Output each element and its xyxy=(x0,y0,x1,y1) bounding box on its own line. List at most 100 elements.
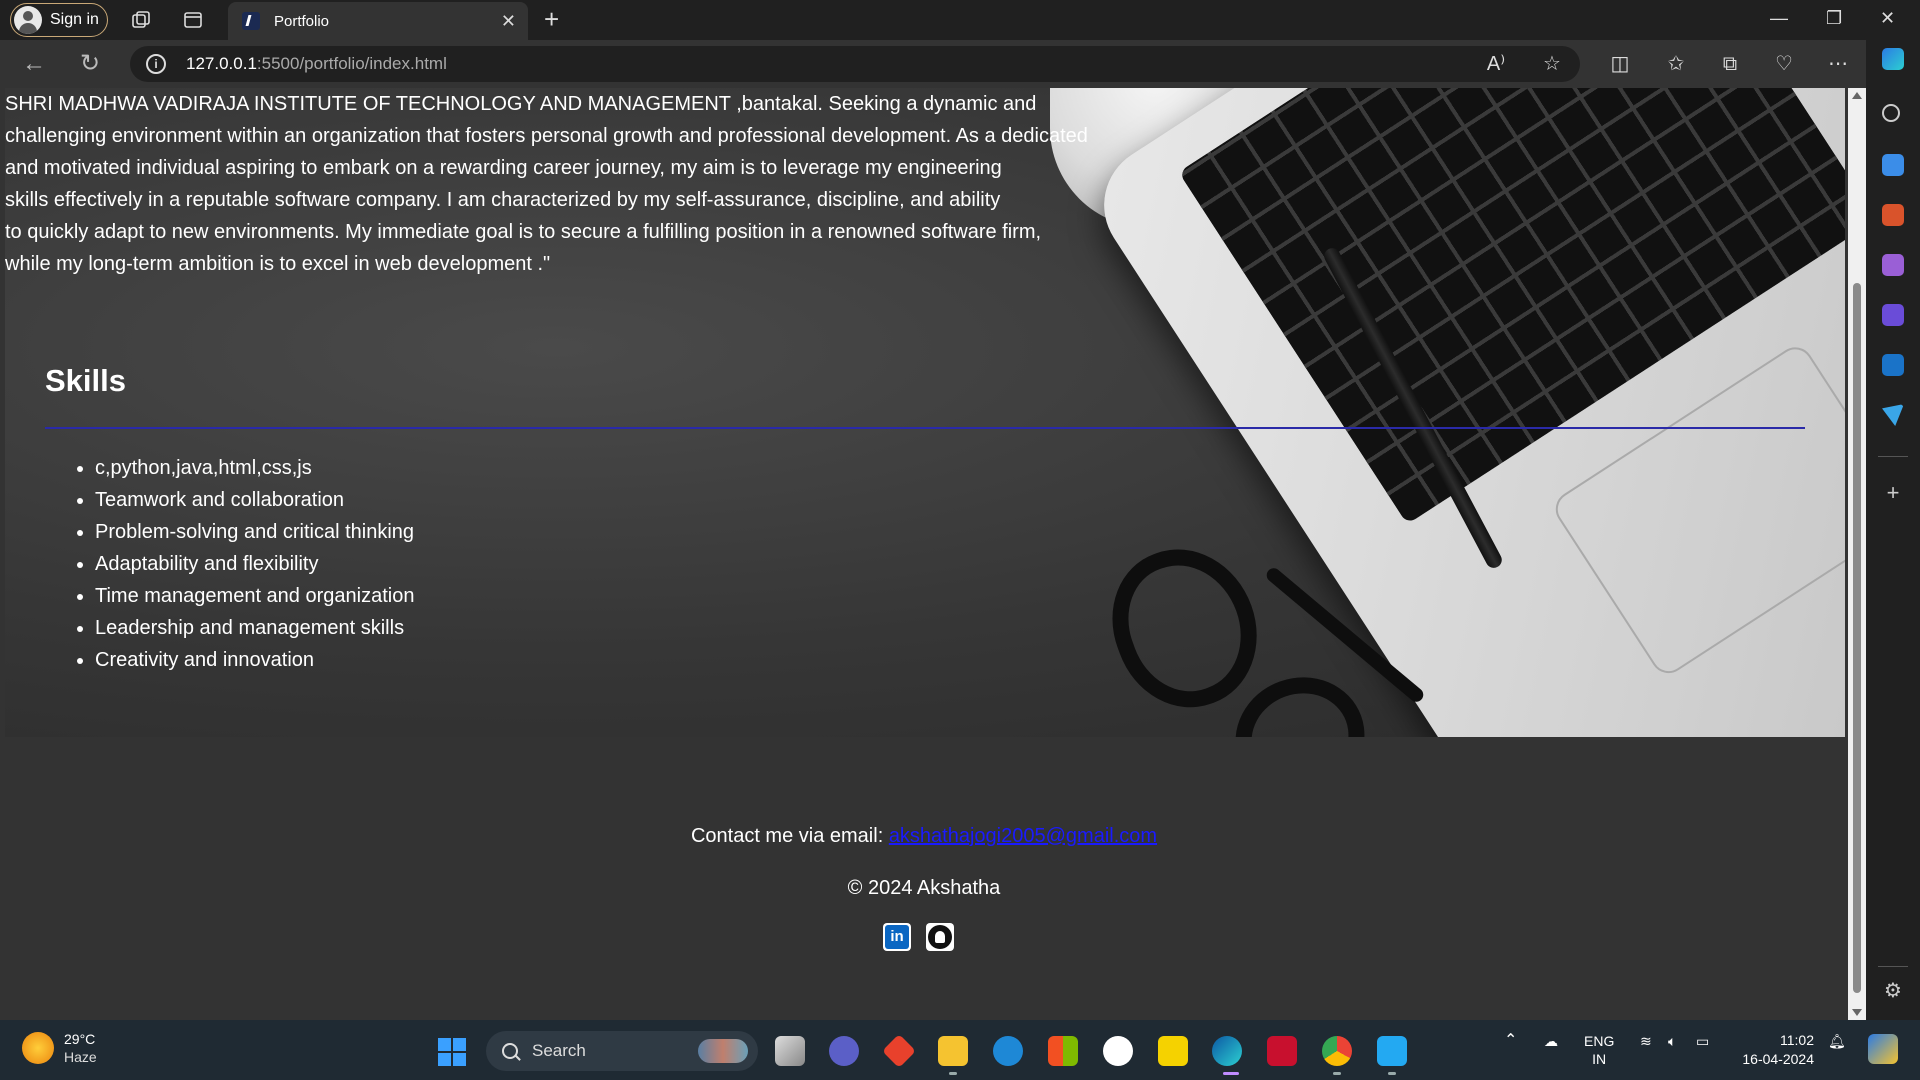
tab-portfolio[interactable]: Portfolio ✕ xyxy=(228,2,528,40)
address-bar[interactable]: i 127.0.0.1:5500/portfolio/index.html A⁾… xyxy=(130,46,1580,82)
page-scrollbar[interactable] xyxy=(1848,88,1866,1020)
skill-item: Problem-solving and critical thinking xyxy=(95,516,414,548)
outlook-icon[interactable] xyxy=(1882,354,1904,376)
games-icon[interactable] xyxy=(1882,254,1904,276)
drop-send-icon[interactable] xyxy=(1882,404,1904,426)
new-tab-button[interactable]: + xyxy=(544,4,559,35)
skill-item: Teamwork and collaboration xyxy=(95,484,414,516)
split-screen-icon[interactable]: ◫ xyxy=(1608,52,1632,76)
read-aloud-icon[interactable]: A⁾ xyxy=(1484,52,1508,76)
taskbar-search-label: Search xyxy=(532,1041,586,1060)
edge-browser-icon[interactable] xyxy=(1212,1036,1242,1066)
sidebar-settings-gear-icon[interactable]: ⚙ xyxy=(1882,980,1904,1002)
favorites-icon[interactable]: ✩ xyxy=(1664,52,1688,76)
linkedin-icon[interactable]: in xyxy=(883,923,911,951)
shopping-tag-icon[interactable] xyxy=(1882,154,1904,176)
about-line: to quickly adapt to new environments. My… xyxy=(5,221,1042,243)
microsoft-store-icon[interactable] xyxy=(1048,1036,1078,1066)
scroll-up-icon[interactable] xyxy=(1852,92,1862,99)
minimize-icon[interactable]: — xyxy=(1770,8,1788,29)
site-info-icon[interactable]: i xyxy=(146,54,166,74)
notifications-bell-icon[interactable]: 🔔︎ xyxy=(1828,1032,1846,1050)
close-tab-icon[interactable]: ✕ xyxy=(501,11,516,32)
edge-sidebar: + ⚙ xyxy=(1866,40,1920,1020)
portfolio-favicon-icon xyxy=(242,12,260,30)
browser-toolbar: ← ↻ i 127.0.0.1:5500/portfolio/index.htm… xyxy=(0,40,1920,88)
workspaces-icon[interactable] xyxy=(130,9,152,31)
contact-prefix: Contact me via email: xyxy=(690,825,889,847)
region-code: IN xyxy=(1592,1051,1607,1067)
clock-time: 11:02 xyxy=(1780,1032,1814,1048)
tab-title: Portfolio xyxy=(274,12,330,30)
taskbar-search-box[interactable]: Search xyxy=(486,1031,758,1071)
onedrive-cloud-icon[interactable]: ☁ xyxy=(1544,1032,1558,1050)
chrome-icon[interactable] xyxy=(1322,1036,1352,1066)
browser-tab-bar: Sign in Portfolio ✕ + — ❐ ✕ xyxy=(0,0,1920,40)
favorite-star-icon[interactable]: ☆ xyxy=(1540,52,1564,76)
file-explorer-icon[interactable] xyxy=(938,1036,968,1066)
sign-in-button[interactable]: Sign in xyxy=(10,3,108,37)
hero-section: SHRI MADHWA VADIRAJA INSTITUTE OF TECHNO… xyxy=(5,88,1845,737)
sidebar-divider xyxy=(1878,456,1908,457)
microsoft-365-icon[interactable] xyxy=(1882,304,1904,326)
help-app-icon[interactable] xyxy=(993,1036,1023,1066)
running-indicator xyxy=(1333,1072,1341,1075)
github-desktop-icon[interactable] xyxy=(1103,1036,1133,1066)
wifi-icon[interactable]: ≋ xyxy=(1640,1032,1652,1050)
back-icon[interactable]: ← xyxy=(20,50,48,78)
running-indicator xyxy=(1388,1072,1396,1075)
add-sidebar-app-icon[interactable]: + xyxy=(1882,482,1904,504)
copilot-icon[interactable] xyxy=(1882,48,1904,70)
taskbar-clock[interactable]: 11:02 16-04-2024 xyxy=(1734,1031,1814,1069)
weather-temperature: 29°C xyxy=(64,1031,96,1047)
tools-briefcase-icon[interactable] xyxy=(1882,204,1904,226)
glasses-image xyxy=(1091,528,1279,728)
restore-icon[interactable]: ❐ xyxy=(1826,8,1842,29)
volume-icon[interactable]: 🔈︎ xyxy=(1668,1032,1676,1050)
skills-divider xyxy=(45,427,1805,429)
weather-widget[interactable]: 29°C Haze xyxy=(22,1030,97,1066)
show-hidden-icons-chevron-icon[interactable]: ⌃ xyxy=(1504,1032,1517,1050)
git-diamond-app-icon[interactable] xyxy=(882,1034,916,1068)
url-path: :5500/portfolio/index.html xyxy=(256,54,447,73)
scrollbar-thumb[interactable] xyxy=(1853,283,1861,993)
about-line: skills effectively in a reputable softwa… xyxy=(5,189,1001,211)
browser-essentials-icon[interactable]: ♡ xyxy=(1772,52,1796,76)
sign-in-label: Sign in xyxy=(50,11,99,28)
clock-date: 16-04-2024 xyxy=(1742,1051,1814,1067)
copyright-text: © 2024 Akshatha xyxy=(847,877,1001,899)
refresh-icon[interactable]: ↻ xyxy=(76,50,104,78)
weather-sun-icon xyxy=(22,1032,54,1064)
collections-icon[interactable]: ⧉ xyxy=(1718,52,1742,76)
close-window-icon[interactable]: ✕ xyxy=(1880,8,1895,29)
github-icon[interactable] xyxy=(926,923,954,951)
skill-item: Adaptability and flexibility xyxy=(95,548,414,580)
scroll-down-icon[interactable] xyxy=(1852,1009,1862,1016)
notion-app-icon[interactable] xyxy=(1158,1036,1188,1066)
skill-item: Creativity and innovation xyxy=(95,644,414,676)
teams-chat-icon[interactable] xyxy=(829,1036,859,1066)
battery-icon[interactable]: ▭ xyxy=(1696,1032,1709,1050)
skills-heading: Skills xyxy=(45,363,126,398)
task-view-icon[interactable] xyxy=(775,1036,805,1066)
windows-start-icon[interactable] xyxy=(438,1038,466,1066)
page-viewport: SHRI MADHWA VADIRAJA INSTITUTE OF TECHNO… xyxy=(0,88,1848,1020)
active-indicator xyxy=(1223,1072,1239,1075)
contact-line: Contact me via email: akshathajogi2005@g… xyxy=(0,825,1848,848)
email-link[interactable]: akshathajogi2005@gmail.com xyxy=(889,825,1157,847)
search-icon xyxy=(502,1043,518,1059)
url-host: 127.0.0.1 xyxy=(186,54,257,73)
vertical-tabs-icon[interactable] xyxy=(182,9,204,31)
page-footer: Contact me via email: akshathajogi2005@g… xyxy=(0,737,1848,1020)
copilot-taskbar-icon[interactable] xyxy=(1868,1034,1898,1064)
mcafee-icon[interactable] xyxy=(1267,1036,1297,1066)
about-line: and motivated individual aspiring to emb… xyxy=(5,157,1002,179)
url-text[interactable]: 127.0.0.1:5500/portfolio/index.html xyxy=(186,54,447,74)
language-indicator[interactable]: ENG IN xyxy=(1584,1032,1614,1068)
about-line: challenging environment within an organi… xyxy=(5,125,1088,147)
more-menu-icon[interactable]: ⋯ xyxy=(1826,52,1850,76)
vscode-icon[interactable] xyxy=(1377,1036,1407,1066)
search-icon[interactable] xyxy=(1882,104,1900,122)
about-line: SHRI MADHWA VADIRAJA INSTITUTE OF TECHNO… xyxy=(5,93,1037,115)
skill-item: Leadership and management skills xyxy=(95,612,414,644)
